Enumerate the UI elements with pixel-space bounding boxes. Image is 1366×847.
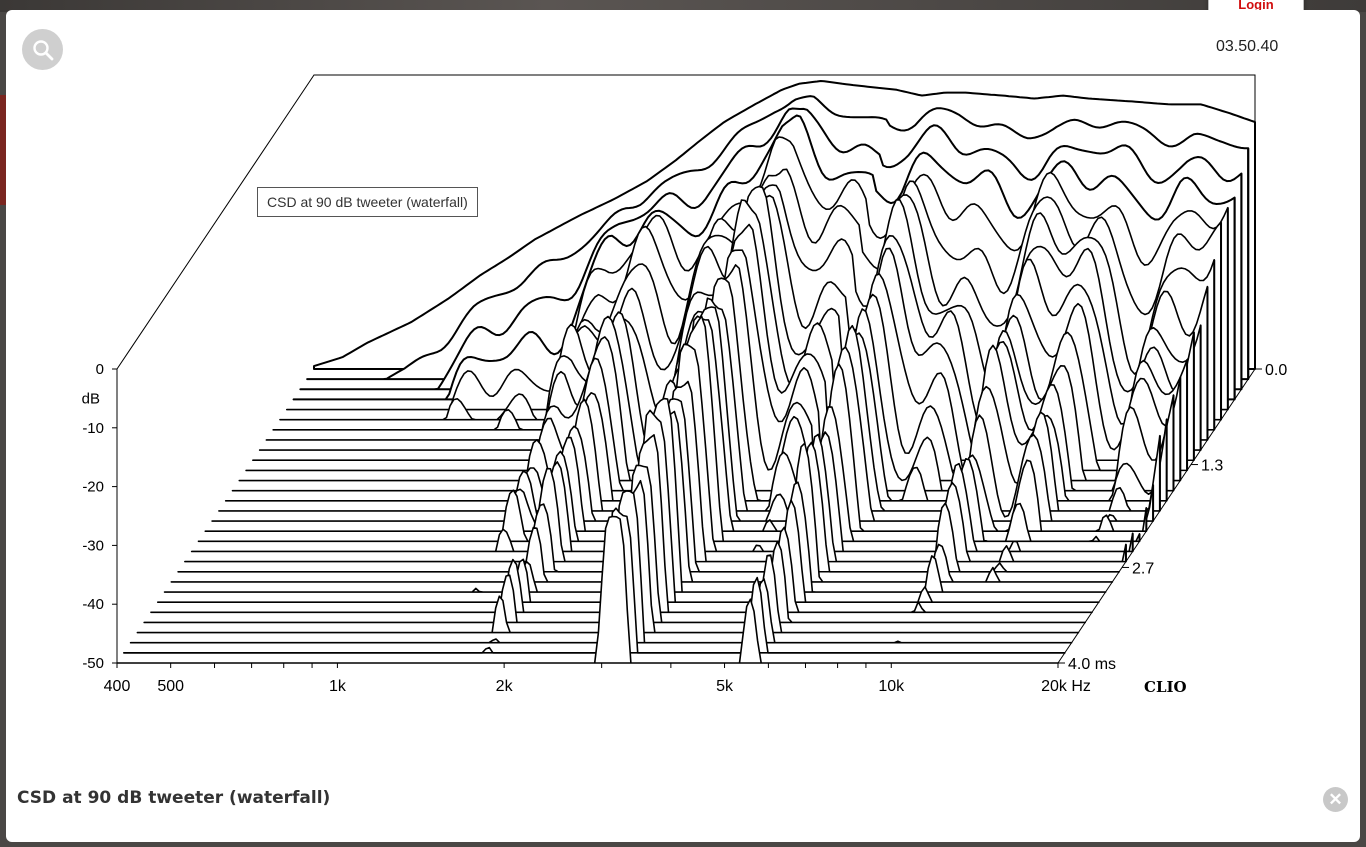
x-ticks: 400 500 1k 2k 5k 10k 20k Hz <box>104 663 1091 695</box>
waterfall-slice <box>116 515 1059 664</box>
x-tick-label: 2k <box>496 678 514 695</box>
y-tick-label: -50 <box>82 655 104 672</box>
image-tooltip: CSD at 90 dB tweeter (waterfall) <box>257 187 478 217</box>
y-unit-label: dB <box>82 390 100 407</box>
x-tick-label: 10k <box>878 678 905 695</box>
waterfall-chart: 0 -10 -20 -30 -40 -50 dB 400 500 1k 2k 5k 10k 20k Hz 0… <box>82 74 1287 696</box>
z-tick-label: 0.0 <box>1265 362 1287 379</box>
image-caption: CSD at 90 dB tweeter (waterfall) <box>17 788 331 808</box>
x-tick-label: 500 <box>157 678 184 695</box>
y-tick-label: -20 <box>82 479 104 496</box>
x-tick-label: 20k Hz <box>1041 678 1091 695</box>
waterfall-slice <box>122 507 1066 654</box>
brand-label: CLIO <box>1144 678 1187 696</box>
z-tick-label: 2.7 <box>1132 560 1154 577</box>
y-tick-label: -10 <box>82 420 104 437</box>
z-tick-label: 1.3 <box>1201 458 1223 475</box>
close-icon: ✕ <box>1328 790 1343 809</box>
x-tick-label: 400 <box>104 678 131 695</box>
y-tick-label: 0 <box>96 361 104 378</box>
y-ticks: 0 -10 -20 -30 -40 -50 dB <box>82 361 117 672</box>
y-tick-label: -40 <box>82 596 104 613</box>
z-tick-label: 4.0 ms <box>1068 656 1116 673</box>
waterfall-slices <box>116 80 1256 664</box>
x-tick-label: 5k <box>716 678 734 695</box>
y-tick-label: -30 <box>82 537 104 554</box>
x-tick-label: 1k <box>329 678 347 695</box>
close-button[interactable]: ✕ <box>1323 787 1348 812</box>
lightbox-dialog: 03.50.40 0 -10 -20 -30 -40 -50 dB 400 500 1k 2k 5k 1… <box>6 10 1360 842</box>
